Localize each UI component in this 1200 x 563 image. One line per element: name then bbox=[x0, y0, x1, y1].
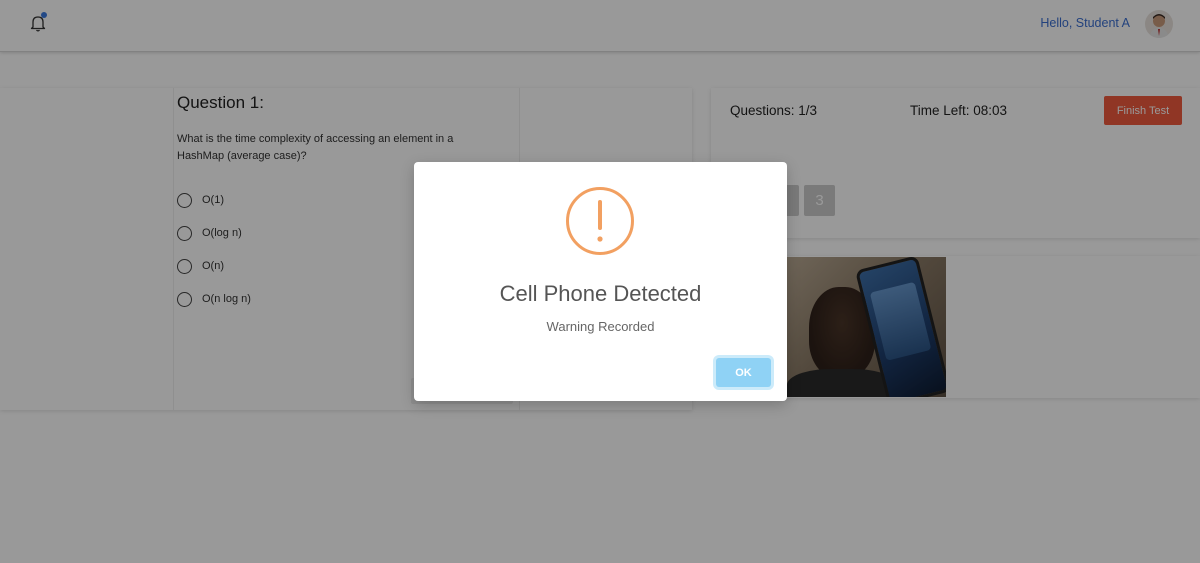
ok-button[interactable]: OK bbox=[716, 358, 771, 387]
warning-icon bbox=[565, 186, 635, 256]
dialog-message: Warning Recorded bbox=[546, 319, 655, 334]
dialog-title: Cell Phone Detected bbox=[499, 281, 702, 306]
alert-dialog: Cell Phone Detected Warning Recorded OK bbox=[414, 162, 787, 401]
